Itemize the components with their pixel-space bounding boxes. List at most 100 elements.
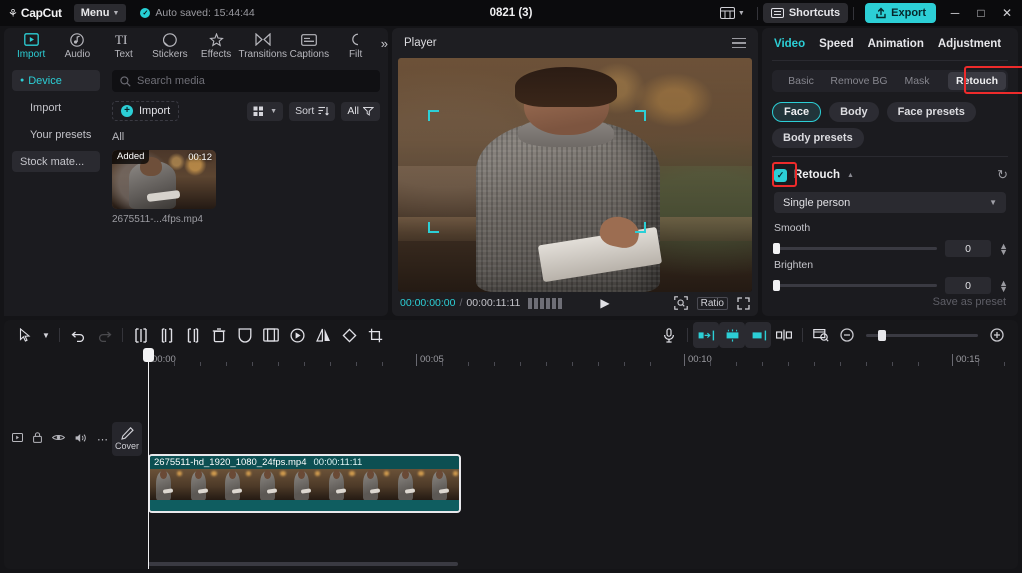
subtab-remove-bg[interactable]: Remove BG [830,75,888,87]
zoom-in-icon[interactable] [984,322,1010,348]
undo-icon[interactable] [65,322,91,348]
crop-frame-icon[interactable] [258,322,284,348]
cover-button[interactable]: Cover [112,422,142,456]
resize-handle-top-left[interactable] [428,110,439,121]
tab-video[interactable]: Video [774,38,805,50]
zoom-out-icon[interactable] [834,322,860,348]
shortcuts-button[interactable]: Shortcuts [763,3,848,23]
snap-left-icon[interactable] [693,322,719,348]
subtab-retouch[interactable]: Retouch [948,72,1006,90]
tab-audio[interactable]: Audio [54,29,100,63]
tab-text[interactable]: TI Text [101,29,147,63]
save-as-preset-button[interactable]: Save as preset [933,296,1006,308]
horizontal-scrollbar[interactable] [148,562,458,566]
eye-icon[interactable] [52,433,65,445]
sidebar-item-import[interactable]: Import [22,97,100,118]
tab-transitions[interactable]: Transitions [239,29,286,63]
resize-handle-top-right[interactable] [635,110,646,121]
trim-left-icon[interactable] [154,322,180,348]
select-icon[interactable] [12,322,38,348]
tab-import[interactable]: Import [8,29,54,63]
search-input[interactable]: Search media [112,70,380,92]
smooth-stepper[interactable]: ▲▼ [999,243,1008,255]
chip-face-presets[interactable]: Face presets [887,102,976,122]
player-menu-icon[interactable] [732,38,746,49]
keyframe-icon[interactable] [284,322,310,348]
export-button[interactable]: Export [865,3,936,23]
sort-button[interactable]: Sort [289,102,335,121]
crop-icon[interactable] [362,322,388,348]
zoom-fit-icon[interactable] [674,296,688,310]
brighten-value[interactable]: 0 [945,277,991,294]
snap-center-icon[interactable] [719,322,745,348]
retouch-checkbox[interactable]: ✓ [774,169,787,182]
tab-speed[interactable]: Speed [819,38,854,50]
close-button[interactable]: ✕ [994,0,1020,26]
mirror-icon[interactable] [310,322,336,348]
fullscreen-icon[interactable] [737,297,750,310]
media-tab-bar: Import Audio TI [4,28,388,64]
maximize-button[interactable]: □ [968,0,994,26]
snap-right-icon[interactable] [745,322,771,348]
brighten-stepper[interactable]: ▲▼ [999,280,1008,292]
split-icon[interactable] [128,322,154,348]
slider-handle[interactable] [773,280,780,291]
person-mode-select[interactable]: Single person ▼ [774,192,1006,213]
resize-handle-bottom-right[interactable] [635,222,646,233]
redo-icon[interactable] [91,322,117,348]
selection-frame[interactable] [428,110,646,233]
menu-button[interactable]: Menu ▼ [74,4,127,22]
sidebar-item-stock-materials[interactable]: Stock mate... [12,151,100,172]
media-item[interactable]: Added 00:12 2675511-...4fps.mp4 [112,150,216,225]
timeline-clip[interactable]: 2675511-hd_1920_1080_24fps.mp4 00:00:11:… [148,454,461,513]
subtab-basic[interactable]: Basic [772,75,830,87]
zoom-slider[interactable] [866,334,978,337]
chip-body-presets[interactable]: Body presets [772,128,864,148]
track-icon[interactable] [12,433,23,445]
preview-icon[interactable] [808,322,834,348]
import-media-button[interactable]: + Import [112,101,179,121]
rotate-icon[interactable] [336,322,362,348]
minimize-button[interactable]: ─ [942,0,968,26]
timeline-ruler[interactable]: 00:00 00:05 00:10 00:15 [4,350,1018,370]
media-thumbnail[interactable]: Added 00:12 [112,150,216,209]
tab-effects[interactable]: Effects [193,29,239,63]
chevron-up-icon[interactable]: ▲ [847,172,854,179]
layout-button[interactable]: ▼ [713,7,752,19]
ratio-button[interactable]: Ratio [697,297,728,310]
split-track-icon[interactable] [771,322,797,348]
trim-right-icon[interactable] [180,322,206,348]
smooth-slider[interactable] [774,247,937,250]
smooth-value[interactable]: 0 [945,240,991,257]
playhead[interactable] [148,350,149,569]
play-button[interactable]: ▶ [600,296,609,310]
tab-captions[interactable]: Captions [286,29,332,63]
tab-animation[interactable]: Animation [868,38,924,50]
slider-handle[interactable] [878,330,886,341]
more-icon[interactable]: ⋯ [97,433,108,446]
sidebar-item-device[interactable]: ● Device [12,70,100,91]
sidebar-item-your-presets[interactable]: Your presets [22,124,100,145]
filter-button[interactable]: All [341,102,380,121]
player-stage[interactable] [398,58,752,292]
more-tabs-icon[interactable]: » [381,36,388,57]
tab-stickers[interactable]: Stickers [147,29,193,63]
reset-icon[interactable]: ↻ [997,167,1008,183]
lock-icon[interactable] [33,432,42,446]
chevron-down-icon[interactable]: ▼ [38,322,54,348]
subtab-mask[interactable]: Mask [888,75,946,87]
microphone-icon[interactable] [656,322,682,348]
slider-handle[interactable] [773,243,780,254]
grid-view-button[interactable]: ▼ [247,102,283,121]
playhead-handle[interactable] [143,348,154,362]
chip-body[interactable]: Body [829,102,879,122]
frame-view-icon[interactable] [528,298,562,309]
chip-face[interactable]: Face [772,102,821,122]
resize-handle-bottom-left[interactable] [428,222,439,233]
tab-adjustment[interactable]: Adjustment [938,38,1001,50]
tab-filters[interactable]: Filt [333,29,379,63]
mute-icon[interactable] [75,433,87,446]
delete-icon[interactable] [206,322,232,348]
brighten-slider[interactable] [774,284,937,287]
mask-icon[interactable] [232,322,258,348]
